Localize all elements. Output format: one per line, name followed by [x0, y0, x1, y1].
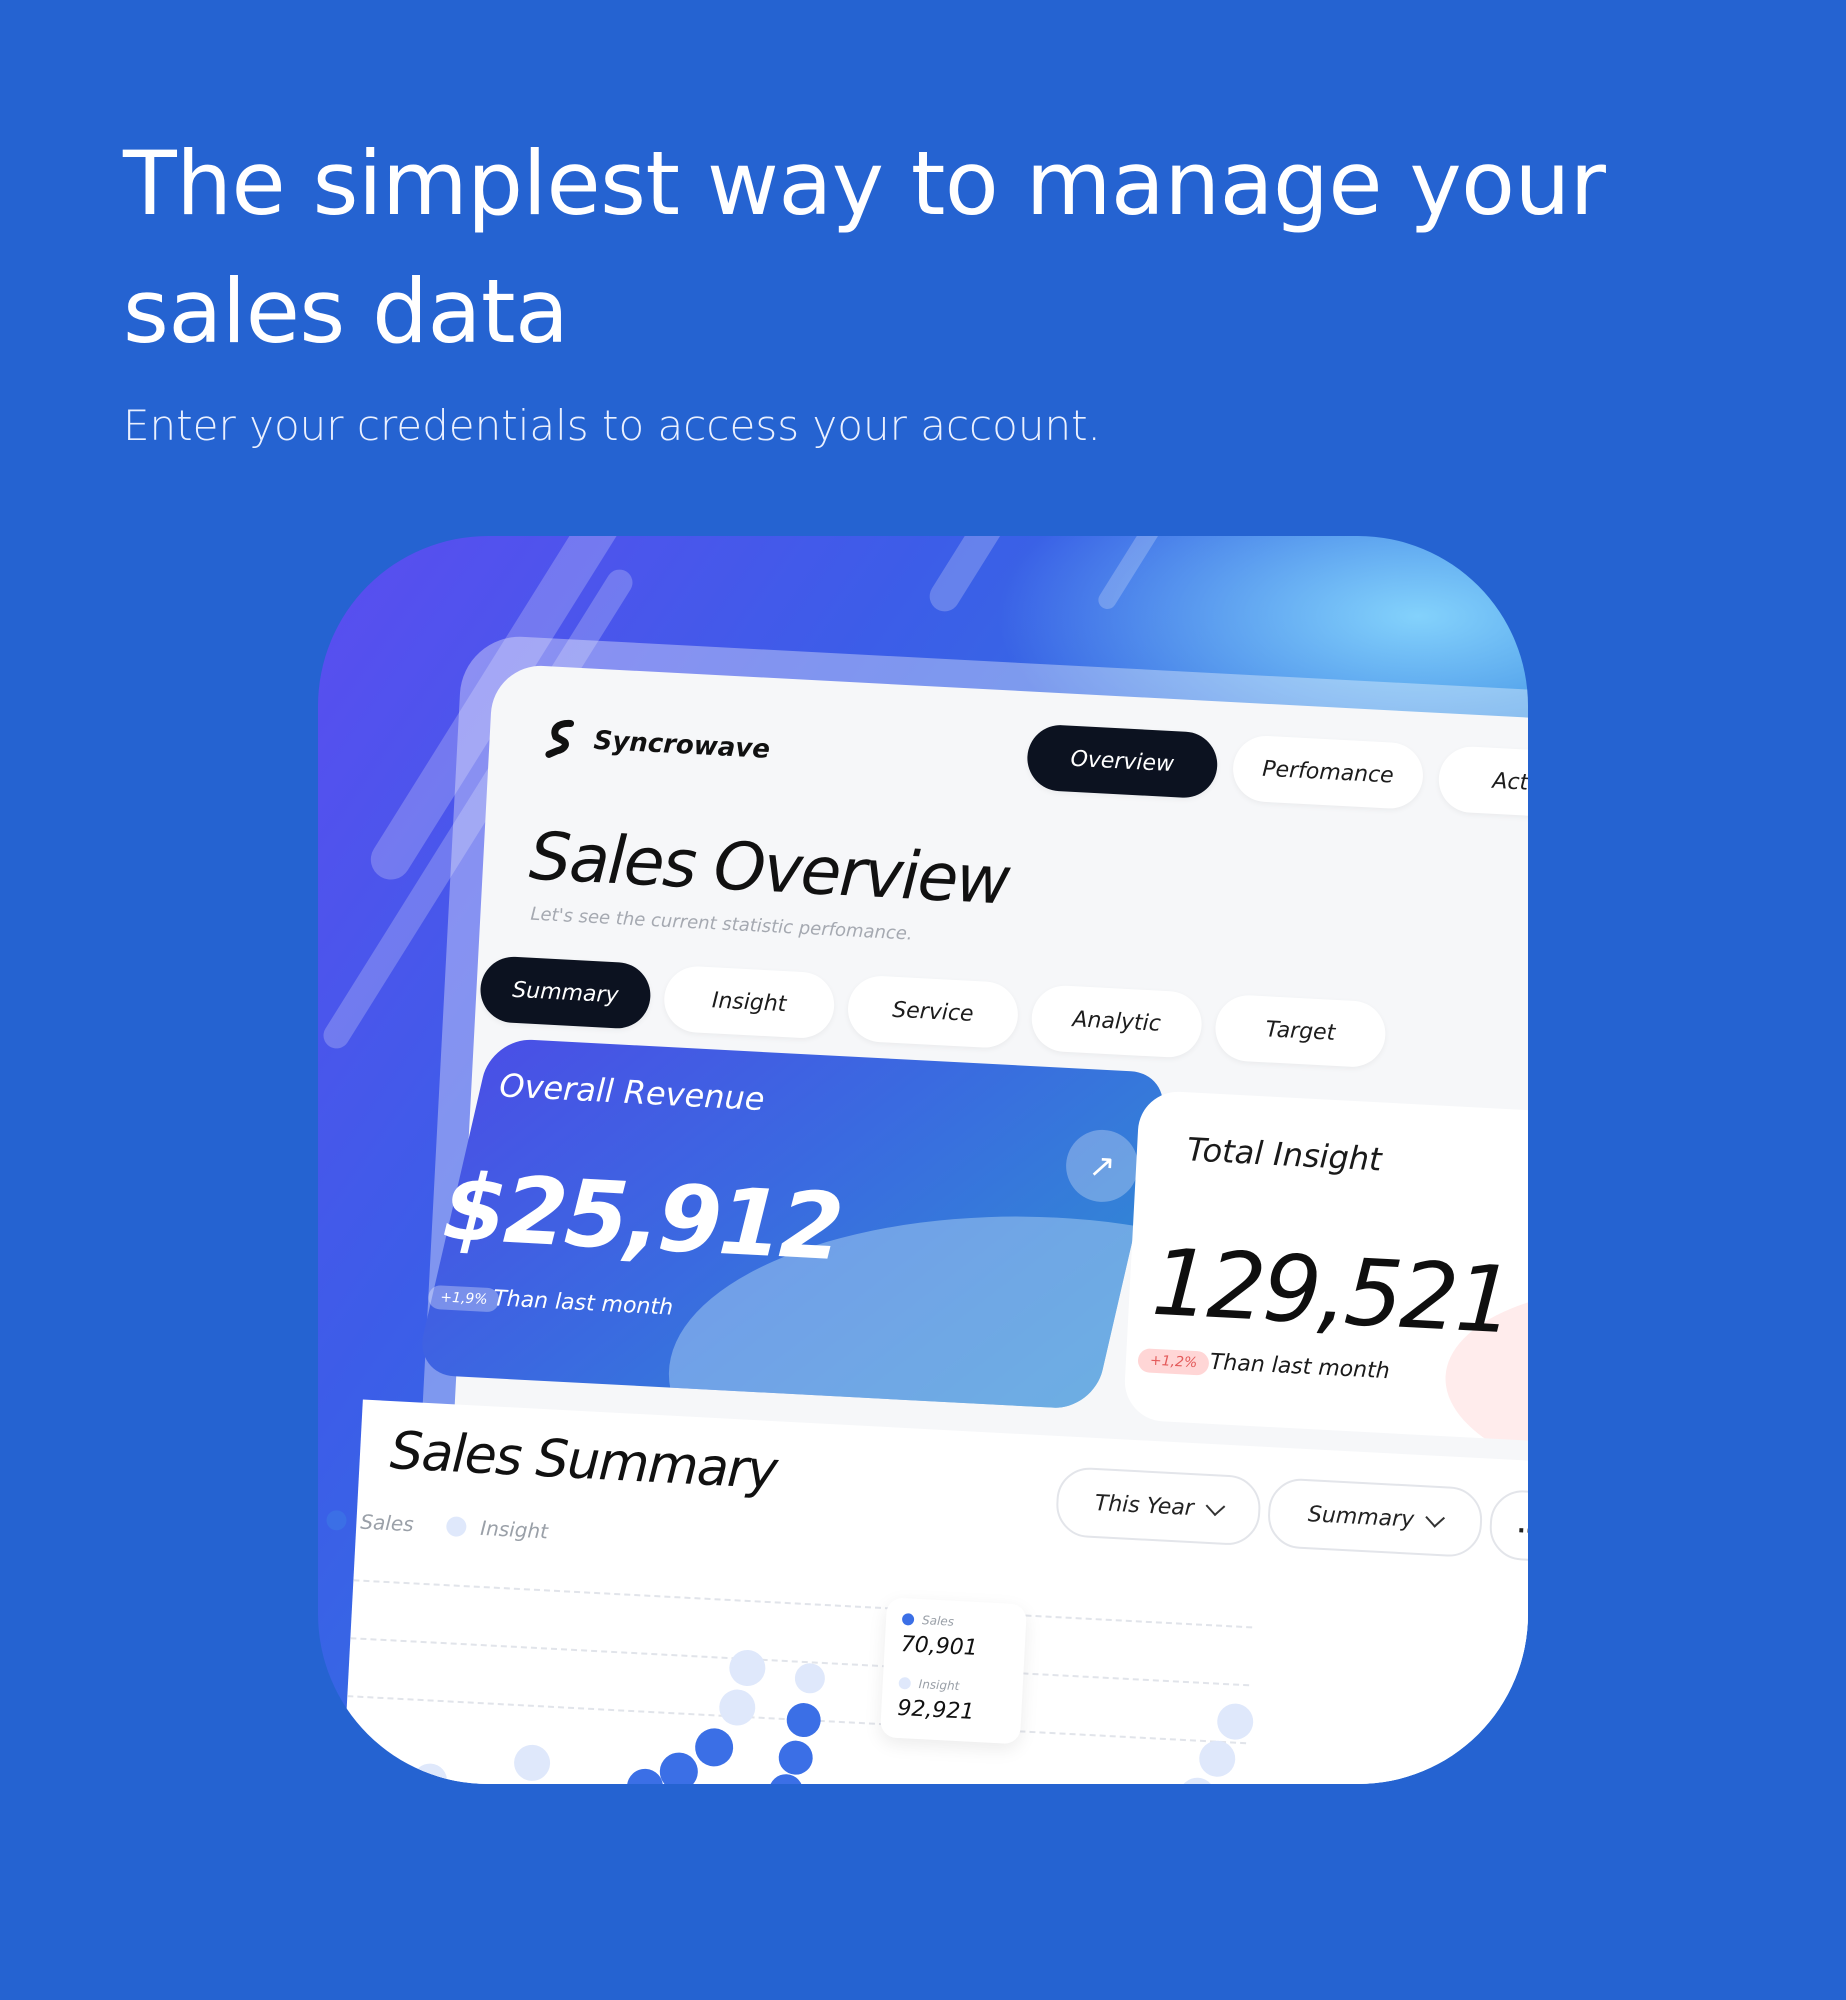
legend-sales: Sales [326, 1508, 415, 1537]
insight-value: 129,521 [1149, 1228, 1514, 1355]
tooltip-sales-row: Sales [901, 1612, 955, 1629]
period-select[interactable]: This Year [1054, 1466, 1263, 1547]
filter-tab-insight[interactable]: Insight [662, 964, 836, 1040]
hero-title: The simplest way to manage your sales da… [123, 132, 1606, 363]
tooltip-insight-row: Insight [898, 1676, 960, 1694]
chart-tooltip: Sales 70,901 Insight 92,921 [879, 1597, 1028, 1745]
legend-insight-label: Insight [479, 1515, 549, 1544]
tooltip-sales-label: Sales [921, 1613, 955, 1629]
filter-tab-analytic[interactable]: Analytic [1030, 984, 1204, 1059]
filter-tab-target[interactable]: Target [1213, 993, 1388, 1069]
tab-performance[interactable]: Perfomance [1231, 734, 1425, 811]
view-select-value: Summary [1307, 1501, 1415, 1533]
revenue-value: $25,912 [440, 1153, 844, 1282]
insight-change-badge: +1,2% [1137, 1348, 1210, 1376]
dashboard-scene: Syncrowave Overview Perfomance Activity … [318, 536, 1528, 1784]
hero-subtitle: Enter your credentials to access your ac… [123, 401, 1101, 450]
chevron-down-icon [1205, 1496, 1225, 1517]
view-select[interactable]: Summary [1266, 1477, 1484, 1559]
dashboard-illustration: Syncrowave Overview Perfomance Activity … [318, 536, 1528, 1784]
brand-name: Syncrowave [592, 725, 771, 765]
tab-overview[interactable]: Overview [1025, 723, 1219, 800]
tooltip-insight-label: Insight [918, 1677, 960, 1694]
legend-sales-dot [326, 1509, 348, 1531]
tooltip-insight-dot [898, 1676, 912, 1690]
tooltip-insight-value: 92,921 [896, 1695, 975, 1725]
revenue-change-badge: +1,9% [427, 1284, 501, 1313]
tooltip-sales-value: 70,901 [900, 1632, 979, 1662]
syncrowave-logo-icon [545, 719, 575, 758]
tooltip-sales-dot [901, 1613, 915, 1626]
period-select-value: This Year [1094, 1490, 1195, 1521]
filter-tab-service[interactable]: Service [846, 974, 1020, 1050]
filter-tab-summary[interactable]: Summary [478, 955, 653, 1030]
legend-insight-dot [445, 1516, 467, 1538]
chevron-down-icon [1425, 1507, 1446, 1528]
legend-sales-label: Sales [359, 1509, 415, 1537]
